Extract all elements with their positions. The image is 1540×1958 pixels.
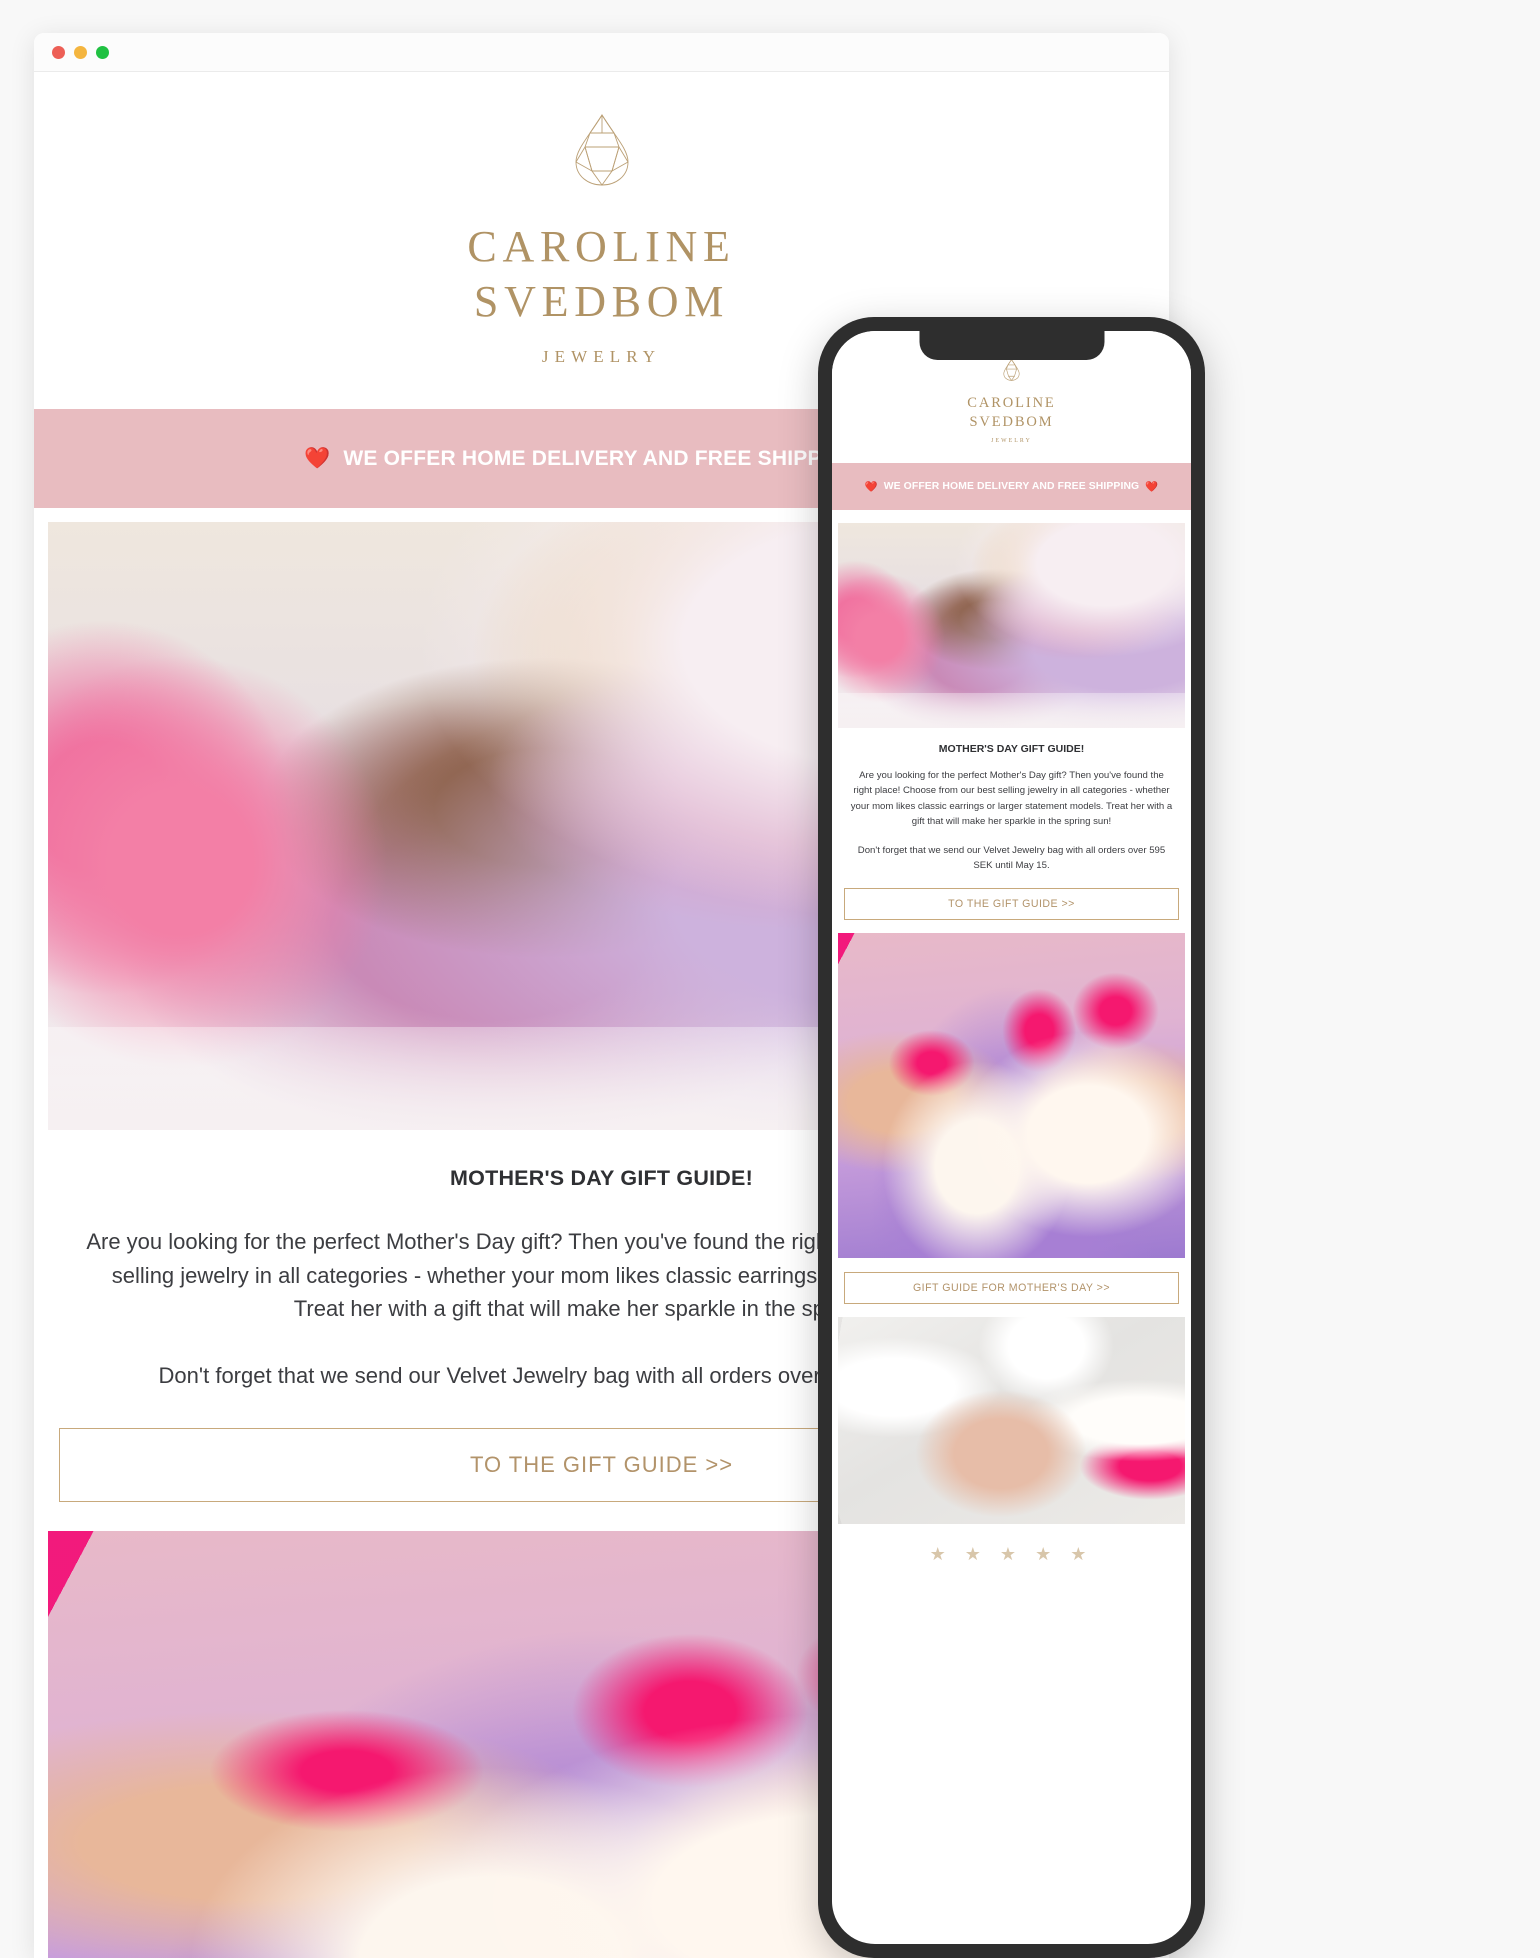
mobile-to-the-gift-guide-button[interactable]: TO THE GIFT GUIDE >> xyxy=(844,887,1179,920)
brand-line-2: SVEDBOM xyxy=(969,413,1054,430)
gift-guide-for-mothers-day-button[interactable]: GIFT GUIDE FOR MOTHER'S DAY >> xyxy=(844,1271,1179,1304)
mobile-email-body: MOTHER'S DAY GIFT GUIDE! Are you looking… xyxy=(832,742,1191,920)
maximize-window-button[interactable] xyxy=(96,45,109,59)
phone-screen: CAROLINE SVEDBOM JEWELRY ❤️ WE OFFER HOM… xyxy=(832,331,1191,1944)
mobile-body-paragraph-1: Are you looking for the perfect Mother's… xyxy=(850,769,1173,828)
mobile-body-paragraph-2: Don't forget that we send our Velvet Jew… xyxy=(857,844,1166,872)
pear-gem-icon xyxy=(832,358,1191,386)
promo-banner-text: WE OFFER HOME DELIVERY AND FREE SHIPPING xyxy=(883,480,1140,492)
mobile-brand-wordmark: CAROLINE SVEDBOM xyxy=(832,394,1191,432)
phone-mockup: CAROLINE SVEDBOM JEWELRY ❤️ WE OFFER HOM… xyxy=(818,317,1205,1958)
minimize-window-button[interactable] xyxy=(74,45,87,59)
heart-icon-right: ❤️ xyxy=(1145,481,1159,493)
mobile-flatlay-products-image[interactable] xyxy=(838,1316,1185,1524)
mobile-gift-boxes-image[interactable] xyxy=(838,932,1185,1258)
brand-line-1: CAROLINE xyxy=(467,222,736,271)
rating-stars[interactable]: ★ ★ ★ ★ ★ xyxy=(832,1544,1191,1565)
mobile-email-viewport: CAROLINE SVEDBOM JEWELRY ❤️ WE OFFER HOM… xyxy=(832,331,1191,1944)
heart-icon-left: ❤️ xyxy=(864,481,878,493)
pear-gem-icon xyxy=(34,113,1169,192)
brand-wordmark: CAROLINE SVEDBOM xyxy=(34,220,1169,329)
mobile-section-title: MOTHER'S DAY GIFT GUIDE! xyxy=(938,742,1085,755)
mobile-hero-image-mother-daughter[interactable] xyxy=(838,522,1185,728)
browser-titlebar xyxy=(34,33,1169,72)
heart-icon-left: ❤️ xyxy=(303,446,331,470)
mobile-promo-banner[interactable]: ❤️ WE OFFER HOME DELIVERY AND FREE SHIPP… xyxy=(832,462,1191,510)
promo-banner-text: WE OFFER HOME DELIVERY AND FREE SHIPPING xyxy=(343,446,860,470)
phone-notch xyxy=(919,331,1104,360)
screenshot-stage: CAROLINE SVEDBOM JEWELRY ❤️ WE OFFER HOM… xyxy=(0,0,1540,1958)
close-window-button[interactable] xyxy=(52,45,65,59)
brand-line-1: CAROLINE xyxy=(967,395,1056,411)
brand-tagline: JEWELRY xyxy=(991,437,1032,444)
